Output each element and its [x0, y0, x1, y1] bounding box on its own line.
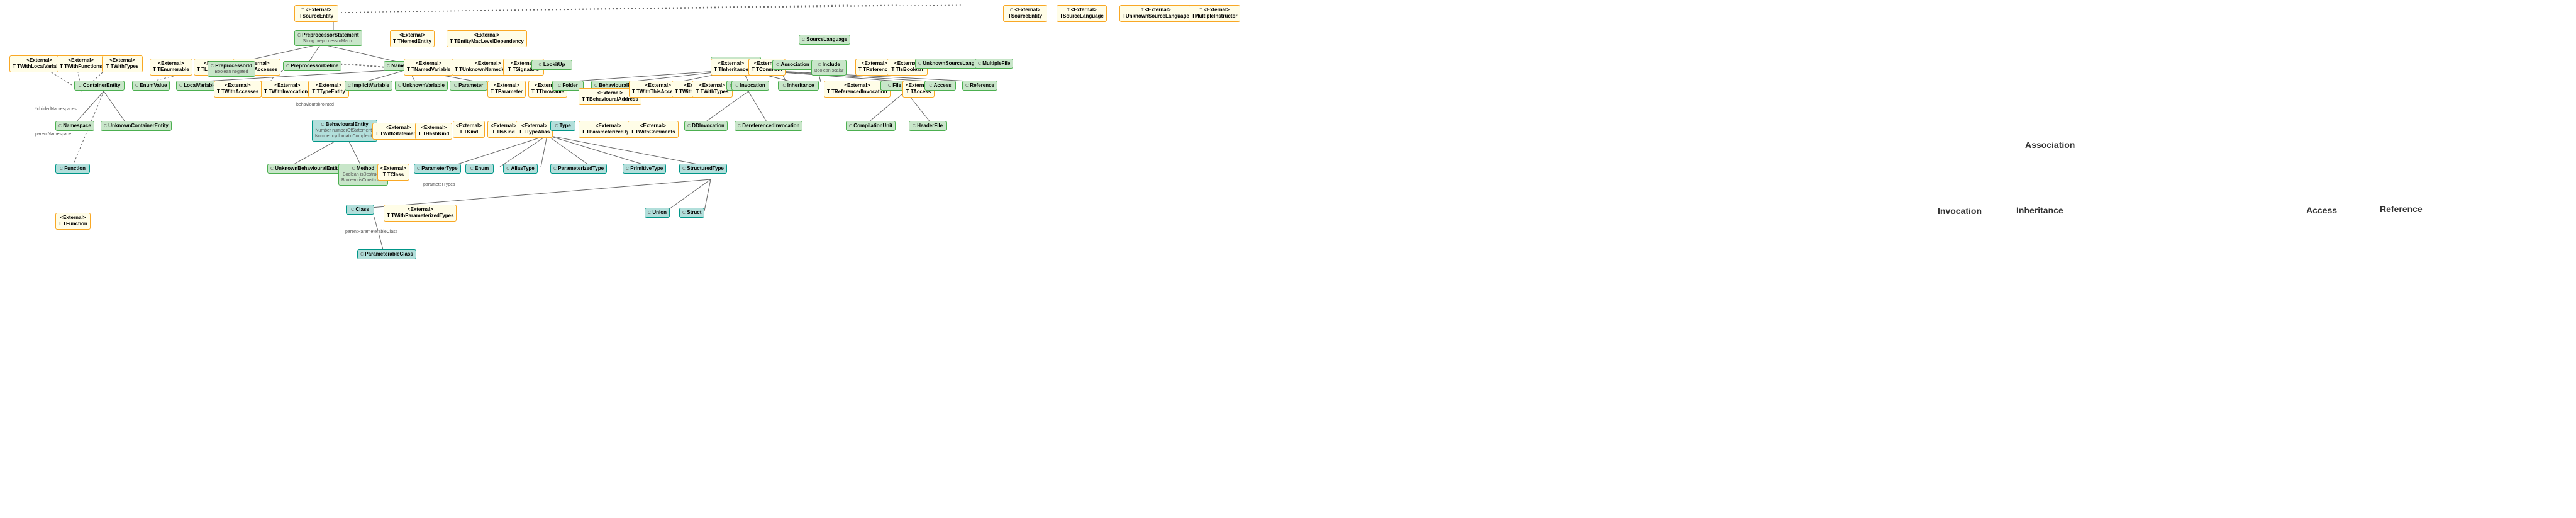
- node-unknowncontainerentity: C UnknownContainerEntity: [101, 121, 172, 131]
- node-tsourceentity-top: T <External>TSourceEntity: [294, 5, 338, 22]
- node-type: C Type: [550, 121, 575, 131]
- node-lookitup: C LookitUp: [531, 60, 572, 70]
- label-association-big: Association: [2024, 140, 2075, 150]
- node-struct: C Struct: [679, 208, 704, 218]
- node-sourcelanguage: C SourceLanguage: [799, 35, 850, 45]
- node-tclass: <External>T TClass: [377, 164, 409, 181]
- node-ttypeentity: <External>T TTypeEntity: [308, 81, 349, 98]
- node-thashkind: <External>T THashKind: [415, 123, 452, 140]
- node-include: C Include Boolean scalar: [811, 60, 847, 76]
- node-ddinvocation: C DDInvocation: [684, 121, 728, 131]
- node-twithaccesses2: <External>T TWithAccesses: [214, 81, 262, 98]
- node-access: C Access: [924, 81, 956, 91]
- node-ttypealias: <External>T TTypeAlias: [516, 121, 553, 138]
- node-parameterizedtype: C ParameterizedType: [550, 164, 607, 174]
- node-aliastype: C AliasType: [503, 164, 538, 174]
- node-csourceentity-top2: C <External>TSourceEntity: [1003, 5, 1047, 22]
- label-parentparameterableclass: parentParameterableClass: [345, 230, 398, 234]
- node-texternal-themedentity: <External>T THemedEntity: [390, 30, 435, 47]
- node-primitivetype: C PrimitiveType: [623, 164, 666, 174]
- node-unknownvariable: C UnknownVariable: [395, 81, 448, 91]
- node-tnamedvariable: <External>T TNamedVariable: [404, 59, 453, 76]
- node-parameter: C Parameter: [450, 81, 487, 91]
- diagram-container: T <External>TSourceEntity C <External>TS…: [0, 0, 2576, 518]
- label-parentchildnamespaces: *childedNamespaces: [35, 107, 77, 111]
- node-unknownbehaviouralentity: C UnknownBehaviouralEntity: [267, 164, 343, 174]
- node-tsourcelang-top: T <External>TSourceLanguage: [1057, 5, 1107, 22]
- node-union: C Union: [645, 208, 670, 218]
- node-enum: C Enum: [465, 164, 494, 174]
- node-localvariable: C LocalVariable: [176, 81, 219, 91]
- node-tparameter: <External>T TParameter: [487, 81, 526, 98]
- node-tunknownsourcelang: T <External>TUnknownSourceLanguage: [1119, 5, 1192, 22]
- node-twithfunctions: <External>T TWithFunctions: [57, 55, 105, 72]
- node-tentitymaclevel: <External>T TEntityMacLevelDependency: [447, 30, 527, 47]
- node-tiskind: <External>T TIsKind: [487, 121, 519, 138]
- node-compilationunit: C CompilationUnit: [846, 121, 896, 131]
- label-reference-big: Reference: [2379, 204, 2423, 214]
- node-behaviouralentity: C BehaviouralEntity Number numberOfState…: [312, 120, 377, 142]
- node-dereferencedInvocation: C DereferencedInvocation: [735, 121, 802, 131]
- node-preprocessorid: C PreprocessorId Boolean negated: [208, 61, 255, 77]
- label-parentnamespace: parentNamespace: [35, 132, 72, 137]
- node-function: C Function: [55, 164, 90, 174]
- label-invocation-big: Invocation: [1937, 206, 1982, 216]
- node-reference: C Reference: [962, 81, 997, 91]
- node-invocation: C Invocation: [731, 81, 769, 91]
- node-tkind: <External>T TKind: [453, 121, 485, 138]
- node-structuredtype: C StructuredType: [679, 164, 727, 174]
- node-preprocessorstatement: C PreprocessorStatement String preproces…: [294, 30, 362, 46]
- label-parametertypes: parameterTypes: [423, 183, 456, 187]
- node-twithtypes: <External>T TWithTypes: [102, 55, 143, 72]
- node-containerentity: C ContainerEntity: [74, 81, 125, 91]
- node-twithcomments3: <External>T TWithComments: [628, 121, 679, 138]
- node-headerfile: C HeaderFile: [909, 121, 947, 131]
- node-twithinvocations: <External>T TWithInvocations: [261, 81, 314, 98]
- node-tenumerable: <External>T TEnumerable: [150, 59, 192, 76]
- node-implicitvariable: C ImplicitVariable: [345, 81, 392, 91]
- node-parametertype: C ParameterType: [414, 164, 461, 174]
- label-behaviouralpointed: behaviouralPointed: [296, 103, 335, 107]
- label-inheritance-big: Inheritance: [2016, 205, 2064, 215]
- node-tfunction: <External>T TFunction: [55, 213, 91, 230]
- label-access-big: Access: [2306, 205, 2338, 215]
- node-tinheritance: <External>T TInheritance: [711, 59, 752, 76]
- node-class: C Class: [346, 205, 374, 215]
- node-cmultiplefile: C MultipleFile: [975, 59, 1013, 69]
- node-preprocessordefine: C PreprocessorDefine: [283, 61, 341, 71]
- node-enumvalue: C EnumValue: [132, 81, 170, 91]
- node-tmultipleinstructor: T <External>TMultipleInstructor: [1189, 5, 1240, 22]
- node-namespace: C Namespace: [55, 121, 94, 131]
- node-inheritance: C Inheritance: [778, 81, 819, 91]
- node-association: C Association: [772, 60, 813, 70]
- node-parameterableclass: C ParameterableClass: [357, 249, 416, 259]
- node-twithparameterizedtypes: <External>T TWithParameterizedTypes: [384, 205, 457, 222]
